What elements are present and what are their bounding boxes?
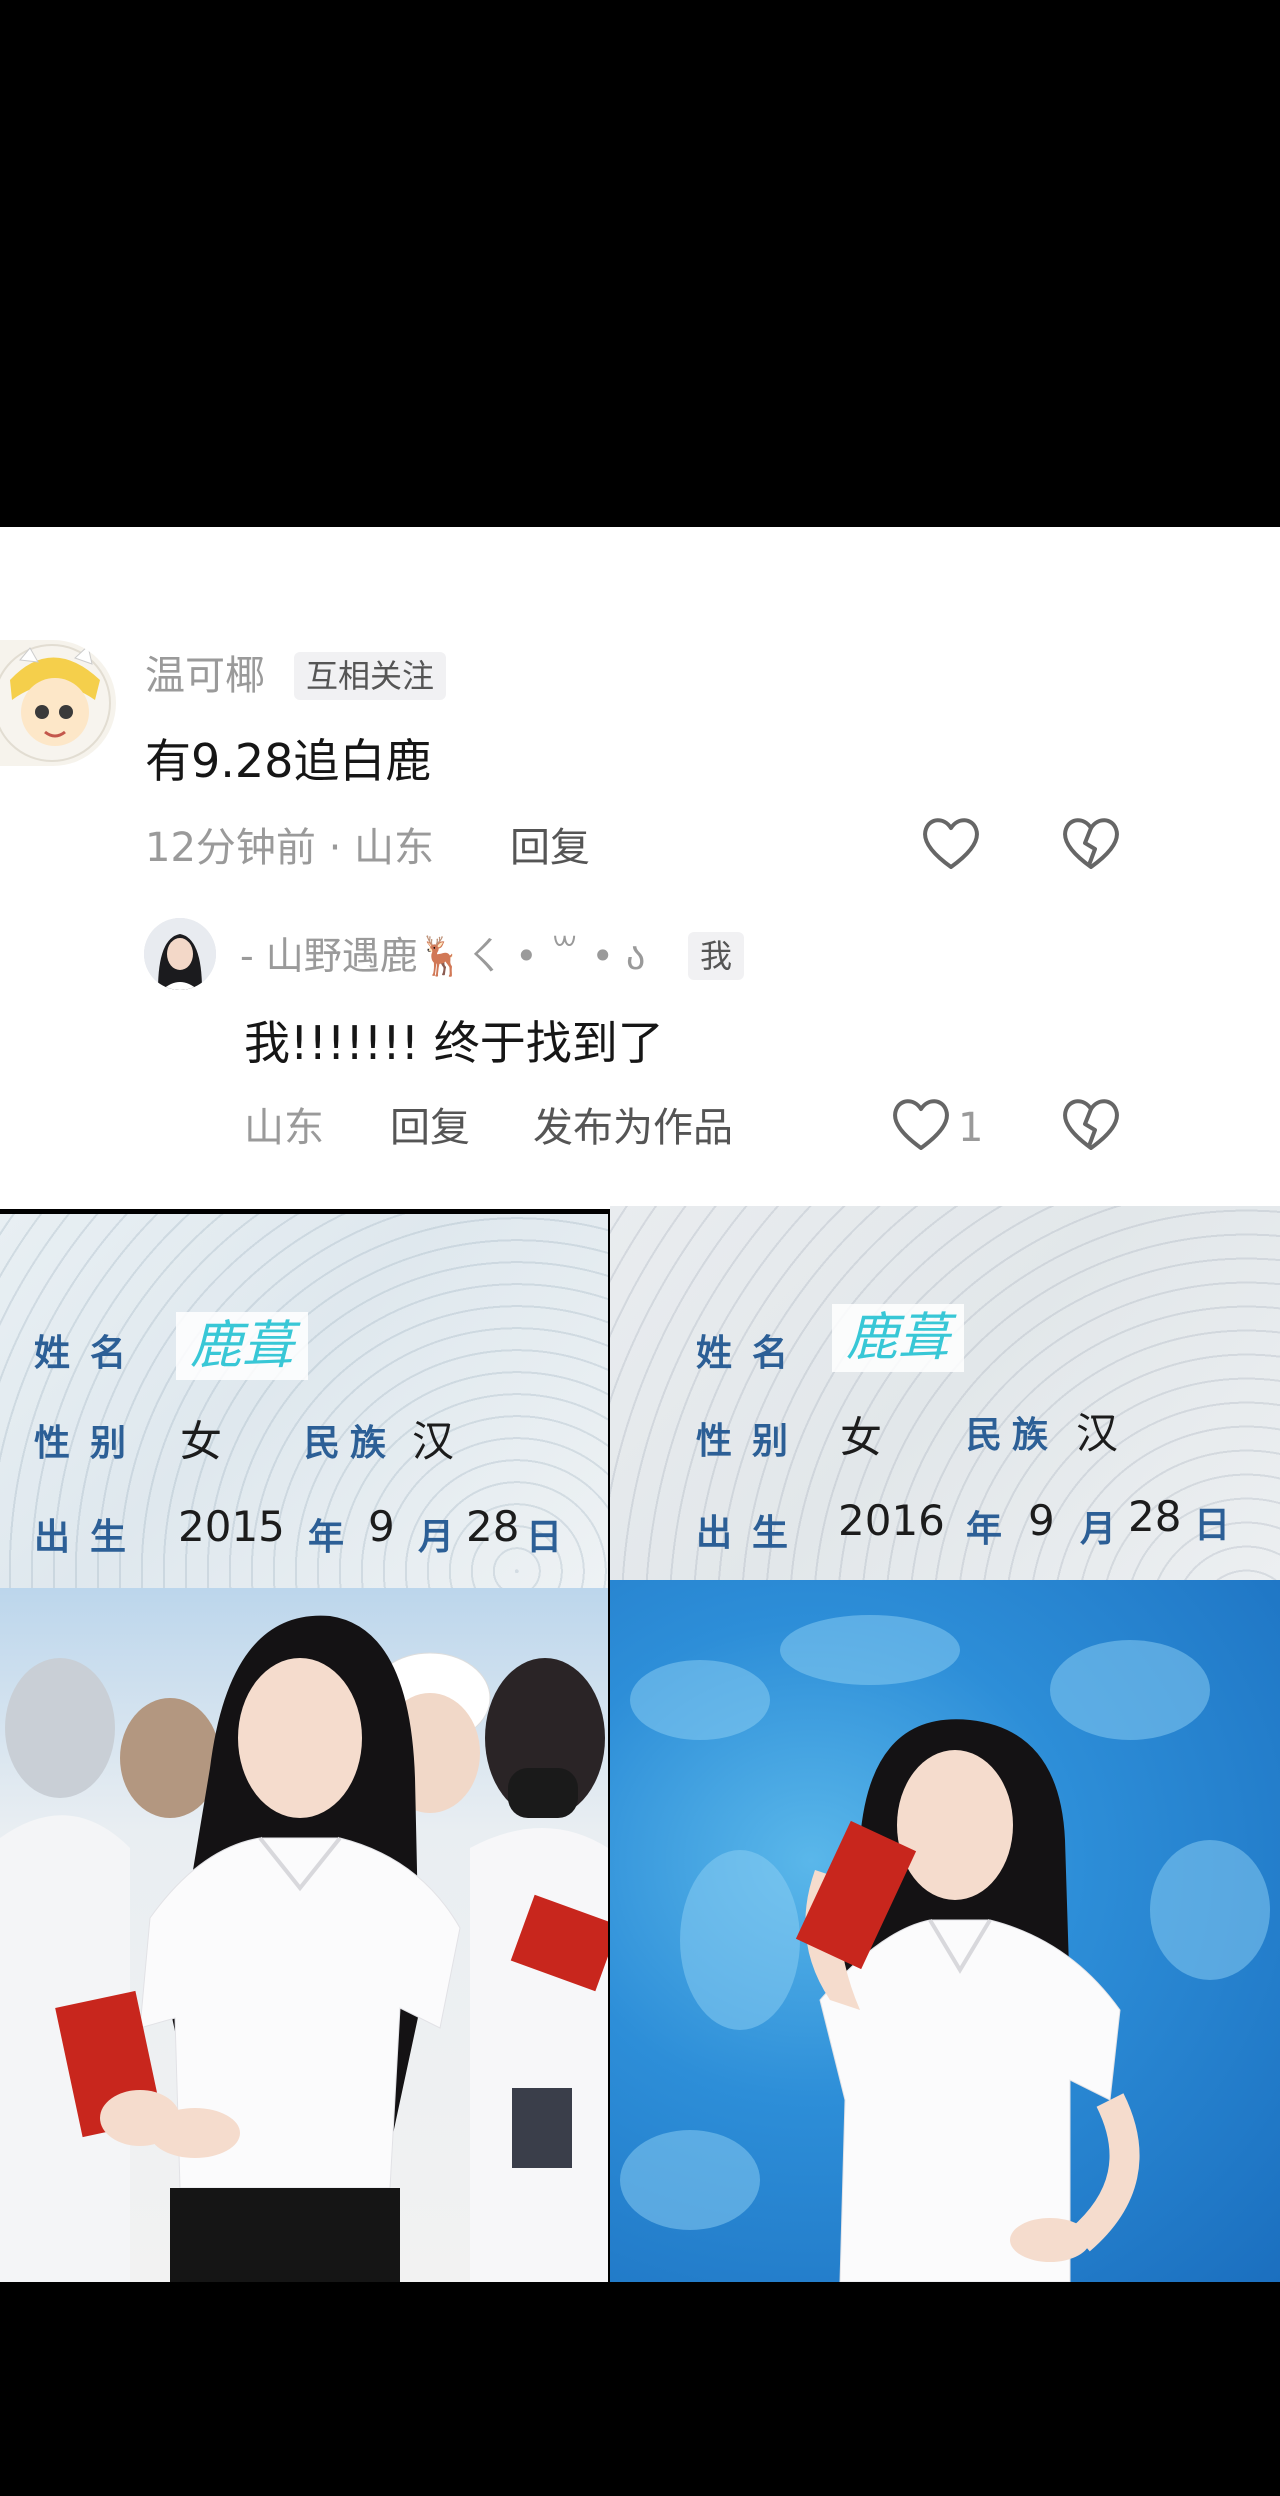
- broken-heart-icon: [1063, 818, 1119, 869]
- commenter-username[interactable]: 温可椰: [145, 648, 265, 704]
- reply-dislike-button[interactable]: [1060, 1096, 1122, 1154]
- birth-month-unit: 月: [418, 1517, 455, 1558]
- gender-label: 性别: [696, 1421, 809, 1462]
- reply-reply-button[interactable]: 回复: [390, 1100, 470, 1156]
- dislike-button[interactable]: [1060, 815, 1122, 873]
- birth-label: 出生: [696, 1513, 809, 1554]
- name-value: 鹿葺: [176, 1312, 309, 1380]
- birth-year-unit: 年: [966, 1509, 1003, 1550]
- replier-username[interactable]: - 山野遇鹿🦌ㄑ • ꒳ • ა: [240, 930, 645, 982]
- heart-outline-icon: [923, 818, 979, 869]
- ethnicity-label: 民族: [966, 1415, 1059, 1456]
- mutual-follow-badge: 互相关注: [294, 652, 447, 700]
- reply-location: 山东: [244, 1105, 324, 1151]
- birth-year: 2016: [838, 1496, 945, 1545]
- comment-text: 有9.28追白鹿: [145, 734, 432, 788]
- left-photo: [0, 1588, 608, 2282]
- birth-label: 出生: [34, 1517, 147, 1558]
- name-value: 鹿葺: [832, 1304, 965, 1372]
- ethnicity-label: 民族: [304, 1423, 397, 1464]
- birth-day-unit: 日: [526, 1517, 563, 1558]
- ethnicity-value: 汉: [1076, 1409, 1119, 1458]
- reply-like-button[interactable]: [890, 1096, 952, 1154]
- broken-heart-icon: [1063, 1099, 1119, 1150]
- left-id-card: 姓名 鹿葺 性别 女 民族 汉 出生 2015 年 9 月 28 日: [0, 1214, 608, 1590]
- name-label: 姓名: [696, 1333, 809, 1374]
- right-photo: [610, 1580, 1280, 2282]
- like-button[interactable]: [920, 815, 982, 873]
- birth-month: 9: [368, 1502, 395, 1551]
- gender-label: 性别: [34, 1423, 147, 1464]
- video-blackout-area: [0, 0, 1280, 527]
- reply-text: 我!!!!!!! 终于找到了: [244, 1016, 664, 1070]
- birth-day: 28: [1128, 1492, 1182, 1541]
- birth-year: 2015: [178, 1502, 285, 1551]
- birth-day: 28: [466, 1502, 520, 1551]
- birth-day-unit: 日: [1194, 1505, 1231, 1546]
- self-badge: 我: [688, 932, 745, 980]
- gender-value: 女: [180, 1417, 223, 1466]
- birth-month-unit: 月: [1080, 1509, 1117, 1550]
- birth-year-unit: 年: [308, 1517, 345, 1558]
- reply-like-count: 1: [958, 1105, 984, 1151]
- birth-month: 9: [1028, 1496, 1055, 1545]
- right-id-card: 姓名 鹿葺 性别 女 民族 汉 出生 2016 年 9 月 28 日: [610, 1206, 1280, 1582]
- comment-time-location: 12分钟前 · 山东: [145, 825, 435, 871]
- gender-value: 女: [840, 1413, 883, 1462]
- publish-as-work-button[interactable]: 发布为作品: [533, 1100, 733, 1156]
- heart-outline-icon: [893, 1099, 949, 1150]
- comment-reply-button[interactable]: 回复: [510, 820, 590, 876]
- ethnicity-value: 汉: [412, 1417, 455, 1466]
- replier-avatar[interactable]: [144, 918, 216, 990]
- name-label: 姓名: [34, 1333, 147, 1374]
